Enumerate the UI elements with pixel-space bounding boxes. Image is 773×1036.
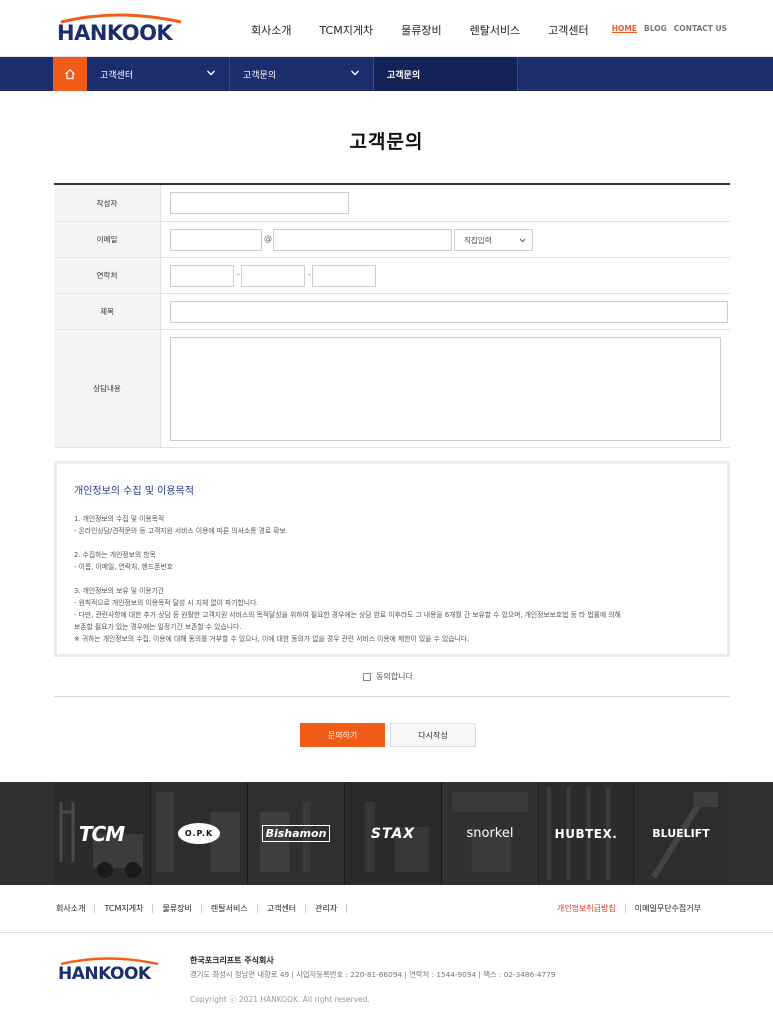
- submit-button[interactable]: 문의하기: [300, 723, 385, 747]
- brand-name: BLUELIFT: [652, 827, 710, 840]
- nav-item-logistics[interactable]: 물류장비: [401, 22, 441, 38]
- author-label: 작성자: [54, 185, 161, 221]
- agree-checkbox[interactable]: [363, 672, 371, 681]
- footer-link-rental[interactable]: 렌탈서비스: [202, 904, 258, 913]
- inquiry-form: 작성자 이메일 @ 직접입력 연락처 - - 제목 상담내용: [54, 183, 730, 448]
- depth1-label: 고객센터: [100, 70, 134, 81]
- home-link[interactable]: HOME: [612, 24, 637, 33]
- phone-part3-input[interactable]: [312, 265, 376, 287]
- privacy-notice-box[interactable]: 개인정보의 수집 및 이용목적 1. 개인정보의 수집 및 이용목적 - 온라인…: [54, 461, 730, 657]
- footer-link-company[interactable]: 회사소개: [56, 904, 96, 913]
- sub-navigation: 고객센터 고객문의 고객문의: [0, 57, 773, 91]
- privacy-line: 보존할 필요가 있는 경우에는 일정기간 보존할 수 있습니다.: [74, 623, 242, 631]
- brand-name: snorkel: [466, 826, 514, 841]
- no-email-collection-link[interactable]: 이메일무단수집거부: [626, 904, 710, 913]
- email-label: 이메일: [54, 222, 161, 257]
- brand-opk[interactable]: O.P.K: [150, 782, 247, 885]
- depth3-current[interactable]: 고객문의: [374, 57, 518, 91]
- brand-banner: TCM O.P.K Bishamon STAX snorkel HUBTEX. …: [0, 782, 773, 885]
- privacy-line: ※ 귀하는 개인정보의 수집, 이용에 대해 동의를 거부할 수 있으나, 이에…: [74, 635, 470, 643]
- subject-label: 제목: [54, 294, 161, 329]
- chevron-down-icon: [351, 70, 359, 76]
- nav-item-company[interactable]: 회사소개: [251, 22, 291, 38]
- footer-link-logistics[interactable]: 물류장비: [153, 904, 202, 913]
- email-select-value: 직접입력: [464, 235, 492, 245]
- phone-label: 연락처: [54, 258, 161, 293]
- contact-link[interactable]: CONTACT US: [674, 24, 727, 33]
- top-links: HOME BLOG CONTACT US: [605, 24, 727, 33]
- brand-name: Bishamon: [261, 825, 331, 842]
- content-row: 상담내용: [54, 330, 730, 448]
- privacy-line: 1. 개인정보의 수집 및 이용목적: [74, 515, 165, 523]
- chevron-down-icon: [519, 238, 526, 243]
- phone-separator: -: [237, 270, 240, 279]
- phone-separator: -: [308, 270, 311, 279]
- agree-checkbox-row[interactable]: 동의합니다.: [363, 671, 415, 682]
- depth2-label: 고객문의: [243, 70, 277, 81]
- brand-name: HUBTEX.: [554, 826, 618, 841]
- nav-item-tcm[interactable]: TCM지게차: [319, 22, 373, 38]
- email-id-input[interactable]: [170, 229, 262, 251]
- divider: [54, 696, 730, 697]
- brand-name: O.P.K: [177, 823, 221, 844]
- copyright: Copyright ⓒ 2021 HANKOOK. All right rese…: [190, 995, 370, 1004]
- privacy-line: - 원칙적으로 개인정보의 이용목적 달성 시 지체 없이 파기합니다.: [74, 599, 259, 607]
- footer-divider: [0, 932, 773, 933]
- email-at-sign: @: [264, 234, 272, 243]
- company-name: 한국포크리프트 주식회사: [190, 956, 274, 965]
- footer-policy-links: 개인정보취급방침 이메일무단수집거부: [548, 904, 710, 913]
- footer-link-admin[interactable]: 관리자: [306, 904, 348, 913]
- home-icon[interactable]: [53, 57, 87, 91]
- brand-tcm[interactable]: TCM: [53, 782, 150, 885]
- privacy-heading: 개인정보의 수집 및 이용목적: [74, 486, 194, 497]
- privacy-line: - 다만, 관련사항에 대한 추가 상담 등 원활한 고객지원 서비스의 목적달…: [74, 611, 621, 619]
- subject-input[interactable]: [170, 301, 728, 323]
- svg-text:HANKOOK: HANKOOK: [58, 964, 152, 983]
- brand-name: STAX: [370, 825, 416, 842]
- svg-text:HANKOOK: HANKOOK: [57, 21, 173, 45]
- depth3-label: 고객문의: [387, 70, 421, 81]
- phone-row: 연락처 - -: [54, 258, 730, 294]
- chevron-down-icon: [207, 70, 215, 76]
- author-input[interactable]: [170, 192, 349, 214]
- footer-link-tcm[interactable]: TCM지게차: [95, 904, 154, 913]
- site-header: HANKOOK 회사소개 TCM지게차 물류장비 렌탈서비스 고객센터 HOME…: [0, 0, 773, 57]
- email-domain-select[interactable]: 직접입력: [454, 229, 533, 251]
- privacy-line: - 온라인상담/견적문의 등 고객지원 서비스 이용에 따른 의사소통 경로 확…: [74, 527, 286, 535]
- content-textarea[interactable]: [170, 337, 721, 441]
- author-row: 작성자: [54, 185, 730, 222]
- brand-bluelift[interactable]: BLUELIFT: [633, 782, 728, 885]
- email-domain-input[interactable]: [273, 229, 452, 251]
- blog-link[interactable]: BLOG: [644, 24, 667, 33]
- company-info: 경기도 화성시 정남면 내향로 49 | 사업자등록번호 : 220-81-66…: [190, 970, 556, 979]
- brand-name: TCM: [78, 821, 125, 846]
- reset-button[interactable]: 다시작성: [390, 723, 476, 747]
- footer-menu: 회사소개 TCM지게차 물류장비 렌탈서비스 고객센터 관리자: [56, 904, 348, 913]
- phone-part1-input[interactable]: [170, 265, 234, 287]
- privacy-line: 3. 개인정보의 보유 및 이용기간: [74, 587, 165, 595]
- footer-link-support[interactable]: 고객센터: [258, 904, 307, 913]
- nav-item-rental[interactable]: 렌탈서비스: [470, 22, 521, 38]
- page-title: 고객문의: [349, 131, 424, 153]
- brand-stax[interactable]: STAX: [344, 782, 441, 885]
- brand-snorkel[interactable]: snorkel: [441, 782, 538, 885]
- depth1-dropdown[interactable]: 고객센터: [87, 57, 230, 91]
- brand-bishamon[interactable]: Bishamon: [247, 782, 344, 885]
- privacy-line: 2. 수집하는 개인정보의 항목: [74, 551, 156, 559]
- email-row: 이메일 @ 직접입력: [54, 222, 730, 258]
- privacy-line: - 이름, 이메일, 연락처, 핸드폰번호: [74, 563, 173, 571]
- nav-item-support[interactable]: 고객센터: [548, 22, 588, 38]
- footer-logo[interactable]: HANKOOK: [58, 957, 163, 984]
- privacy-policy-link[interactable]: 개인정보취급방침: [548, 904, 626, 913]
- agree-label: 동의합니다.: [376, 672, 416, 681]
- subject-row: 제목: [54, 294, 730, 330]
- content-label: 상담내용: [54, 330, 161, 447]
- brand-hubtex[interactable]: HUBTEX.: [538, 782, 633, 885]
- phone-part2-input[interactable]: [241, 265, 305, 287]
- depth2-dropdown[interactable]: 고객문의: [230, 57, 374, 91]
- hankook-logo[interactable]: HANKOOK: [57, 13, 187, 45]
- main-nav: 회사소개 TCM지게차 물류장비 렌탈서비스 고객센터: [251, 22, 617, 38]
